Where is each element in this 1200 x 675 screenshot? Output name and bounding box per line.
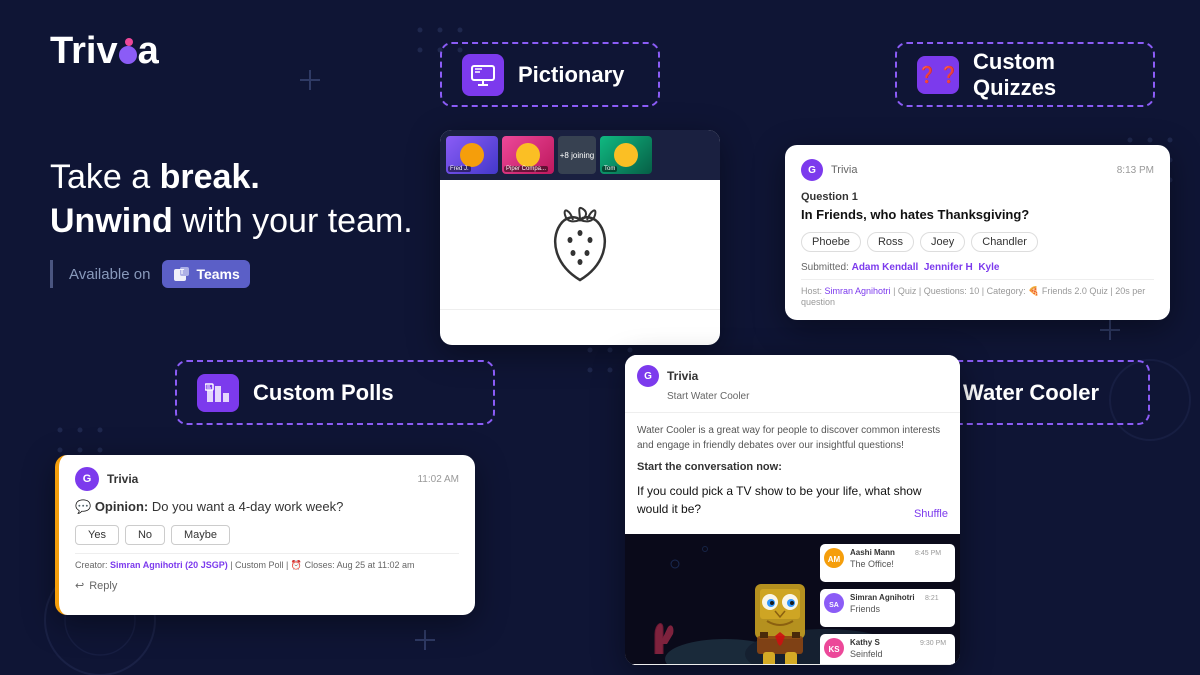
quizzes-icon: ❓ ❓ [917,56,959,94]
quiz-submitter-adam: Adam Kendall [852,262,919,273]
strawberry-drawing [535,195,625,295]
quiz-logo: G [801,159,823,181]
svg-text:T: T [180,269,185,276]
wc-body: Water Cooler is a great way for people t… [625,413,960,534]
svg-text:AM: AM [828,555,841,564]
teams-icon: T [172,264,192,284]
svg-text:Aashi Mann: Aashi Mann [850,548,895,557]
poll-question: 💬 Opinion: Do you want a 4-day work week… [75,499,459,515]
poll-creator: Simran Agnihotri (20 JSGP) [110,560,228,570]
quiz-submitter-kyle: Kyle [978,262,999,273]
drawing-area: SA Sam Anderson guessed "Fruit" J Jake g… [440,180,720,310]
svg-text:8:45 PM: 8:45 PM [915,550,941,557]
video-thumb-4: Tom [600,136,652,174]
poll-question-text: Do you want a 4-day work week? [152,499,343,514]
logo-text: Triv [50,30,118,73]
video-thumb-2: Piper Compa... [502,136,554,174]
reply-label: Reply [89,580,117,592]
wc-image-area: AM Aashi Mann 8:45 PM The Office! SA Sim… [625,534,960,664]
poll-option-no[interactable]: No [125,525,165,545]
polls-section-label: Custom Polls [175,360,495,425]
quiz-option-ross[interactable]: Ross [867,232,914,252]
shuffle-button[interactable]: Shuffle [914,506,948,523]
available-label: Available on [69,266,150,283]
wc-start-text: Start the conversation now: [637,459,948,476]
hero-line1: Take a break. [50,155,413,199]
wc-question-row: If you could pick a TV show to be your l… [637,482,948,518]
quiz-question-num: Question 1 [801,191,1154,203]
quiz-option-chandler[interactable]: Chandler [971,232,1038,252]
video-thumb-1: Fred J. [446,136,498,174]
quiz-host-info: Host: Simran Agnihotri | Quiz | Question… [801,279,1154,307]
pictionary-icon [462,54,504,96]
svg-text:Kathy S: Kathy S [850,638,880,647]
poll-card: G Trivia 11:02 AM 💬 Opinion: Do you want… [55,455,475,615]
svg-text:The Office!: The Office! [850,559,894,569]
logo-text2: a [138,30,159,73]
poll-option-yes[interactable]: Yes [75,525,119,545]
poll-icon [205,382,231,404]
svg-text:KS: KS [828,645,840,654]
quiz-option-phoebe[interactable]: Phoebe [801,232,861,252]
svg-text:SA: SA [829,602,839,609]
quiz-time: 8:13 PM [1117,165,1154,176]
teams-badge: T Teams [162,260,249,288]
quiz-submitted: Submitted: Adam Kendall Jennifer H Kyle [801,262,1154,273]
quiz-card: G Trivia 8:13 PM Question 1 In Friends, … [785,145,1170,320]
poll-question-type: Opinion: [95,499,148,514]
quiz-question-text: In Friends, who hates Thanksgiving? [801,207,1154,222]
wc-chat-overlay: AM Aashi Mann 8:45 PM The Office! SA Sim… [820,544,955,664]
poll-logo: G [75,467,99,491]
hero-line2: Unwind with your team. [50,199,413,243]
quiz-app-name: Trivia [831,164,857,176]
quiz-card-header: G Trivia 8:13 PM [801,159,1154,181]
svg-text:Simran Agnihotri: Simran Agnihotri [850,593,915,602]
teams-label: Teams [196,266,239,282]
spongebob-character [755,584,805,664]
available-on-section: Available on T Teams [50,260,250,288]
poll-card-header: G Trivia 11:02 AM [75,467,459,491]
wc-subtitle: Start Water Cooler [667,391,948,402]
poll-reply[interactable]: ↩ Reply [75,579,459,592]
poll-time: 11:02 AM [417,474,459,485]
video-thumb-3: +8 joining [558,136,596,174]
quiz-submitter-jennifer: Jennifer H [924,262,973,273]
quiz-host-name: Simran Agnihotri [825,286,891,296]
water-cooler-card: G Trivia Start Water Cooler Water Cooler… [625,355,960,665]
quizzes-section-label: ❓ ❓ Custom Quizzes [895,42,1155,107]
poll-options: Yes No Maybe [75,525,459,545]
wc-header: G Trivia Start Water Cooler [625,355,960,413]
poll-app-name: Trivia [107,472,138,486]
logo: Triv a [50,30,159,73]
wc-footer: Go Back Start [625,664,960,666]
svg-text:9:30 PM: 9:30 PM [920,640,946,647]
wc-scene-svg: AM Aashi Mann 8:45 PM The Office! SA Sim… [625,534,960,664]
pictionary-title: Pictionary [518,62,624,88]
logo-icon [119,40,137,64]
pictionary-section-label: Pictionary [440,42,660,107]
quiz-option-joey[interactable]: Joey [920,232,965,252]
quizzes-title: Custom Quizzes [973,49,1133,101]
hero-section: Take a break. Unwind with your team. [50,155,413,243]
svg-text:Friends: Friends [850,604,881,614]
quiz-options: Phoebe Ross Joey Chandler [801,232,1154,252]
wc-description: Water Cooler is a great way for people t… [637,423,948,453]
easel-icon [470,64,496,86]
pictionary-card: Fred J. Piper Compa... +8 joining Tom [440,130,720,345]
watercooler-title: Water Cooler [963,380,1099,406]
wc-logo: G [637,365,659,387]
svg-text:8:21: 8:21 [925,595,939,602]
wc-app-name: Trivia [667,369,698,383]
polls-icon [197,374,239,412]
poll-footer: Creator: Simran Agnihotri (20 JSGP) | Cu… [75,553,459,571]
reply-arrow-icon: ↩ [75,579,84,592]
poll-option-maybe[interactable]: Maybe [171,525,230,545]
wc-question: If you could pick a TV show to be your l… [637,482,948,518]
svg-text:Seinfeld: Seinfeld [850,649,883,659]
wc-header-row: G Trivia [637,365,948,387]
polls-title: Custom Polls [253,380,394,406]
video-row: Fred J. Piper Compa... +8 joining Tom [440,130,720,180]
